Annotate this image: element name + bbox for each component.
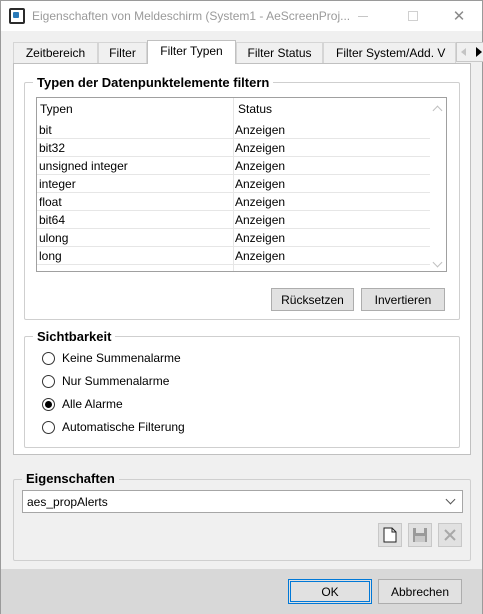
group-title: Sichtbarkeit bbox=[33, 329, 116, 344]
close-button[interactable]: ✕ bbox=[436, 1, 482, 31]
status-cell: Anzeigen bbox=[235, 213, 286, 227]
cancel-button[interactable]: Abbrechen bbox=[378, 579, 462, 604]
dropdown-value: aes_propAlerts bbox=[27, 495, 108, 509]
status-cell: Anzeigen bbox=[235, 159, 286, 173]
chevron-down-icon bbox=[445, 494, 456, 505]
radio-label: Automatische Filterung bbox=[62, 420, 185, 434]
tab-label: Filter bbox=[109, 46, 136, 60]
visibility-group: Sichtbarkeit Keine Summenalarme Nur Summ… bbox=[24, 329, 460, 448]
radio-label: Alle Alarme bbox=[62, 397, 123, 411]
type-cell: ulong bbox=[39, 231, 69, 245]
tab-scroll-buttons bbox=[456, 42, 483, 62]
reset-button[interactable]: Rücksetzen bbox=[271, 288, 354, 311]
ok-label: OK bbox=[321, 585, 339, 599]
type-cell: bit32 bbox=[39, 141, 66, 155]
tab-label: Filter Typen bbox=[160, 44, 223, 58]
app-icon bbox=[9, 8, 25, 24]
types-filter-group: Typen der Datenpunktelemente filtern Typ… bbox=[24, 75, 460, 320]
minimize-button[interactable] bbox=[340, 1, 386, 31]
delete-button[interactable] bbox=[438, 523, 462, 547]
tab-filter-system[interactable]: Filter System/Add. V bbox=[323, 42, 456, 63]
tab-label: Filter System/Add. V bbox=[336, 46, 446, 60]
radio-selected-icon[interactable] bbox=[42, 398, 55, 411]
status-cell: Anzeigen bbox=[235, 249, 286, 263]
type-cell: unsigned integer bbox=[39, 159, 128, 173]
scroll-down-icon[interactable] bbox=[433, 259, 443, 269]
type-cell: bit bbox=[39, 123, 52, 137]
tab-scroll-right-button[interactable] bbox=[471, 43, 483, 61]
group-title: Typen der Datenpunktelemente filtern bbox=[33, 75, 274, 90]
list-row[interactable]: bit64 Anzeigen bbox=[37, 211, 430, 229]
dialog-footer: OK Abbrechen bbox=[1, 569, 482, 614]
arrow-right-icon bbox=[476, 47, 482, 57]
scroll-up-icon[interactable] bbox=[433, 103, 443, 113]
list-empty-area bbox=[37, 265, 430, 271]
tab-zeitbereich[interactable]: Zeitbereich bbox=[13, 42, 98, 63]
properties-dialog: Eigenschaften von Meldeschirm (System1 -… bbox=[0, 0, 483, 614]
tab-filter[interactable]: Filter bbox=[98, 42, 147, 63]
type-cell: float bbox=[39, 195, 62, 209]
radio-circle-icon[interactable] bbox=[42, 375, 55, 388]
maximize-icon bbox=[408, 11, 418, 21]
list-header: Typen Status bbox=[37, 98, 430, 121]
minimize-icon bbox=[358, 15, 368, 17]
list-scrollbar[interactable] bbox=[430, 98, 446, 271]
status-cell: Anzeigen bbox=[235, 177, 286, 191]
close-icon: ✕ bbox=[452, 8, 466, 25]
status-cell: Anzeigen bbox=[235, 141, 286, 155]
radio-label: Nur Summenalarme bbox=[62, 374, 170, 388]
new-file-icon bbox=[383, 527, 397, 543]
delete-icon bbox=[444, 529, 456, 541]
cancel-label: Abbrechen bbox=[390, 585, 450, 599]
list-row[interactable]: unsigned integer Anzeigen bbox=[37, 157, 430, 175]
ok-button[interactable]: OK bbox=[288, 579, 372, 604]
list-row[interactable]: bit32 Anzeigen bbox=[37, 139, 430, 157]
tab-filter-status[interactable]: Filter Status bbox=[236, 42, 323, 63]
radio-label: Keine Summenalarme bbox=[62, 351, 181, 365]
tab-page-filter-typen: Typen der Datenpunktelemente filtern Typ… bbox=[13, 63, 471, 455]
group-title: Eigenschaften bbox=[22, 471, 119, 486]
type-cell: long bbox=[39, 249, 62, 263]
column-header-typen[interactable]: Typen bbox=[37, 98, 233, 121]
status-cell: Anzeigen bbox=[235, 231, 286, 245]
list-row[interactable]: long Anzeigen bbox=[37, 247, 430, 265]
status-cell: Anzeigen bbox=[235, 195, 286, 209]
properties-group: Eigenschaften aes_propAlerts bbox=[13, 471, 471, 561]
column-header-status[interactable]: Status bbox=[235, 98, 430, 121]
tab-label: Filter Status bbox=[247, 46, 312, 60]
properties-dropdown[interactable]: aes_propAlerts bbox=[22, 490, 463, 513]
tab-filter-typen[interactable]: Filter Typen bbox=[147, 40, 236, 64]
save-button[interactable] bbox=[408, 523, 432, 547]
tab-label: Zeitbereich bbox=[25, 46, 86, 60]
radio-circle-icon[interactable] bbox=[42, 421, 55, 434]
type-cell: integer bbox=[39, 177, 76, 191]
title-bar[interactable]: Eigenschaften von Meldeschirm (System1 -… bbox=[1, 1, 482, 31]
list-row[interactable]: integer Anzeigen bbox=[37, 175, 430, 193]
column-divider[interactable] bbox=[233, 98, 234, 121]
list-row[interactable]: bit Anzeigen bbox=[37, 121, 430, 139]
status-cell: Anzeigen bbox=[235, 123, 286, 137]
maximize-button[interactable] bbox=[390, 1, 436, 31]
type-cell: bit64 bbox=[39, 213, 66, 227]
list-row[interactable]: ulong Anzeigen bbox=[37, 229, 430, 247]
types-list[interactable]: Typen Status bit Anzeigen bit32 Anzeigen… bbox=[36, 97, 447, 272]
window-title: Eigenschaften von Meldeschirm (System1 -… bbox=[32, 9, 351, 23]
tab-strip: Zeitbereich Filter Filter Typen Filter S… bbox=[13, 40, 483, 64]
new-file-button[interactable] bbox=[378, 523, 402, 547]
arrow-left-icon bbox=[461, 48, 466, 56]
radio-circle-icon[interactable] bbox=[42, 352, 55, 365]
save-icon bbox=[413, 528, 427, 542]
tab-scroll-left-button[interactable] bbox=[457, 43, 471, 61]
invert-button[interactable]: Invertieren bbox=[361, 288, 445, 311]
list-row[interactable]: float Anzeigen bbox=[37, 193, 430, 211]
